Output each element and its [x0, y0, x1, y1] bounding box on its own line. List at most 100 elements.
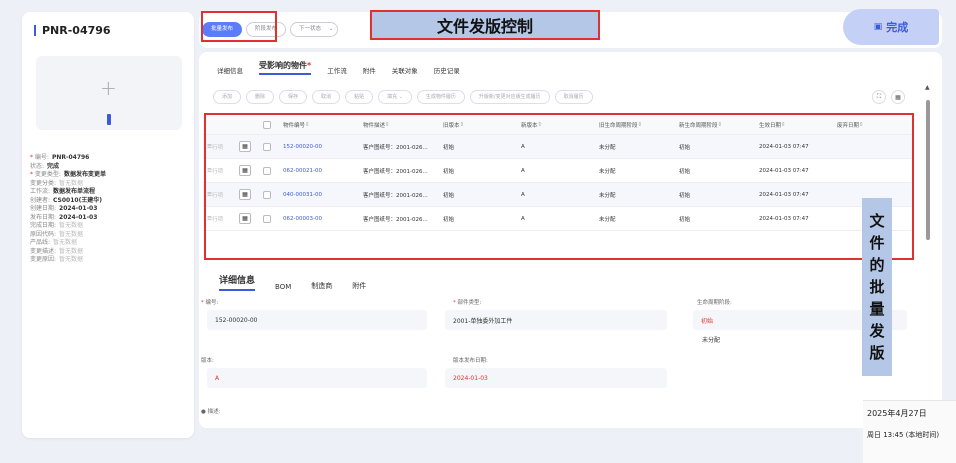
meta-key: 产品线:	[30, 239, 51, 246]
chevron-down-icon: ⌄	[328, 26, 334, 32]
tab-workflow[interactable]: 工作流	[327, 65, 347, 75]
meta-row: * 变更类型: 数据发布变更单	[30, 171, 190, 180]
release-date-value: 2024-01-03	[453, 374, 488, 382]
toolbar-button[interactable]: 粘贴	[345, 90, 374, 104]
meta-value: 完成	[47, 162, 60, 170]
meta-row: 产品线: 暂无数据	[30, 239, 190, 248]
meta-row: 变更原因: 暂无数据	[30, 256, 190, 265]
meta-row: * 编号: PNR-04796	[30, 154, 190, 163]
fullscreen-icon[interactable]: ⛶	[872, 90, 886, 104]
toolbar-button[interactable]: 保存	[279, 90, 308, 104]
finish-button[interactable]: ▣ 完成	[843, 9, 939, 45]
annotation-char: 版	[869, 344, 885, 362]
number-field[interactable]: 152-00020-00	[207, 310, 427, 330]
meta-list: * 编号: PNR-04796 状态: 完成 * 变更类型: 数据发布变更单 变更分类: 暂无…	[30, 154, 190, 265]
version-label: 版本:	[201, 358, 214, 364]
toolbar-button[interactable]: 填充 ⌄	[378, 90, 412, 104]
next-state-label: 下一状态	[299, 26, 322, 32]
toolbar-button[interactable]: 升版新/变更对应版生成履历	[469, 90, 550, 104]
indicator-bar	[107, 114, 111, 125]
meta-value: 2024-01-03	[59, 205, 98, 212]
meta-value: 数据发布单流程	[53, 188, 96, 195]
toolbar-button[interactable]: 生成物件履历	[416, 90, 465, 104]
release-buttons-highlight	[201, 11, 277, 42]
annotation-char: 文	[869, 212, 885, 230]
finish-label: 完成	[886, 21, 909, 34]
annotation-char: 的	[869, 256, 885, 274]
meta-key: 工作流:	[30, 188, 51, 195]
detail-tab-bom[interactable]: BOM	[275, 283, 291, 291]
meta-key: 创建者:	[30, 196, 51, 204]
meta-value: 暂无数据	[59, 222, 84, 229]
table-highlight	[204, 113, 914, 260]
left-panel: PNR-04796 + * 编号: PNR-04796 状态: 完成 * 变更类型: 数据…	[22, 12, 194, 438]
detail-tab-details[interactable]: 详细信息	[219, 273, 256, 291]
toolbar-button[interactable]: 删除	[246, 90, 275, 104]
meta-value: 暂无数据	[59, 247, 84, 255]
number-label: * 编号:	[201, 300, 219, 306]
meta-key: 状态:	[30, 162, 45, 170]
system-clock: 2025年4月27日 周日 13:45 (本地时间)	[863, 400, 956, 463]
tab-relations[interactable]: 关联对象	[392, 65, 418, 75]
meta-row: 变更分类: 暂无数据	[30, 180, 190, 189]
meta-key: 变更分类:	[30, 179, 57, 187]
toolbar-button[interactable]: 添加	[213, 90, 242, 104]
annotation-side: 文件的批量发版	[862, 198, 892, 376]
meta-key: 原因代码:	[30, 230, 57, 238]
description-label: ● 描述:	[201, 409, 221, 415]
version-field: A	[207, 368, 427, 388]
table-toolbar: 添加 删除 保存 取消 粘贴 填充 ⌄ 生成物件履历 升版新/变更对应版生成履历 取消履历	[213, 90, 593, 104]
meta-key: 完成日期:	[30, 222, 57, 229]
thumbnail-upload[interactable]: +	[36, 56, 182, 130]
annotation-title: 文件发版控制	[370, 10, 600, 40]
meta-row: 工作流: 数据发布单流程	[30, 188, 190, 197]
annotation-char: 发	[869, 322, 885, 340]
detail-tabs: 详细信息 BOM 制造商 附件	[219, 273, 366, 291]
tab-history[interactable]: 历史记录	[434, 65, 460, 75]
version-value: A	[215, 374, 220, 382]
annotation-char: 批	[869, 278, 885, 296]
release-date-field: 2024-01-03	[445, 368, 667, 388]
tab-details[interactable]: 详细信息	[217, 65, 243, 75]
clock-time: 周日 13:45 (本地时间)	[867, 431, 940, 439]
lifecycle-old-value: 未分配	[702, 337, 721, 344]
plus-icon: +	[100, 76, 117, 100]
annotation-char: 量	[869, 300, 885, 318]
table-tool-icons: ⛶ ▦	[872, 90, 905, 104]
scroll-up-icon[interactable]: ▲	[925, 84, 930, 91]
detail-tab-attachments[interactable]: 附件	[352, 281, 366, 291]
meta-key: 创建日期:	[30, 205, 57, 212]
required-mark: *	[307, 61, 312, 70]
clock-date: 2025年4月27日	[867, 409, 927, 418]
lifecycle-label: 生命周期阶段:	[697, 300, 732, 306]
part-type-field[interactable]: 2001-单独委外加工件	[445, 310, 667, 330]
meta-key: 变更原因:	[30, 256, 57, 263]
meta-key: 发布日期:	[30, 213, 57, 221]
meta-value: 暂无数据	[59, 179, 84, 187]
main-tabs: 详细信息 受影响的物件* 工作流 附件 关联对象 历史记录	[217, 60, 460, 75]
meta-value: CS0010(王建华)	[53, 196, 103, 204]
part-type-label: * 部件类型:	[453, 300, 482, 306]
next-state-select[interactable]: 下一状态 ⌄	[290, 22, 339, 37]
meta-row: 变更描述: 暂无数据	[30, 248, 190, 257]
annotation-char: 件	[869, 234, 885, 252]
meta-value: 暂无数据	[59, 256, 84, 263]
toolbar-button[interactable]: 取消	[312, 90, 341, 104]
toolbar-button[interactable]: 取消履历	[554, 90, 593, 104]
scrollbar-thumb[interactable]	[926, 100, 930, 240]
meta-value: PNR-04796	[51, 154, 90, 161]
tab-affected-items[interactable]: 受影响的物件*	[259, 60, 312, 75]
column-settings-icon[interactable]: ▦	[891, 90, 905, 104]
record-title: PNR-04796	[34, 25, 111, 36]
detail-tab-manufacturer[interactable]: 制造商	[311, 281, 332, 291]
document-icon: ▣	[873, 22, 883, 32]
meta-value: 2024-01-03	[59, 213, 98, 221]
tab-attachments[interactable]: 附件	[363, 65, 376, 75]
lifecycle-new-value: 初始	[701, 317, 714, 325]
meta-row: 完成日期: 暂无数据	[30, 222, 190, 231]
release-date-label: 版本发布日期:	[453, 358, 488, 364]
meta-row: 发布日期: 2024-01-03	[30, 214, 190, 223]
meta-row: 状态: 完成	[30, 163, 190, 172]
tab-affected-items-label: 受影响的物件	[259, 61, 307, 70]
meta-row: 原因代码: 暂无数据	[30, 231, 190, 240]
